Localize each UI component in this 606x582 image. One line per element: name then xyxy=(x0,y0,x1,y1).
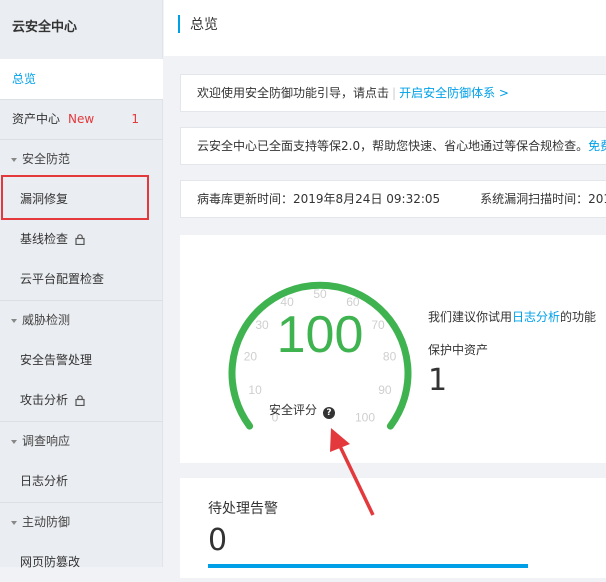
main-content: 总览 欢迎使用安全防御功能引导，请点击 | 开启安全防御体系 > 云安全中心已全面支… xyxy=(164,0,606,578)
header-accent-bar xyxy=(178,15,180,33)
nav-group-threat-label: 威胁检测 xyxy=(22,313,71,327)
gauge-tick-label: 80 xyxy=(383,350,397,364)
suggest-suffix: 的功能 xyxy=(560,310,597,324)
nav-group-prevention-label: 安全防范 xyxy=(22,152,71,166)
guide-notice: 欢迎使用安全防御功能引导，请点击 | 开启安全防御体系 > xyxy=(180,74,606,112)
brand-title: 云安全中心 xyxy=(12,20,78,35)
help-icon[interactable]: ? xyxy=(323,407,336,419)
gauge-tick-label: 50 xyxy=(313,287,327,301)
nav-web-tamper[interactable]: 网页防篡改 xyxy=(0,542,163,582)
pending-alerts-label: 待处理告警 xyxy=(208,501,278,517)
guide-link[interactable]: 开启安全防御体系 > xyxy=(399,86,509,100)
nav-group-prevention[interactable]: 安全防范 xyxy=(0,139,163,179)
nav-group-active-defense-label: 主动防御 xyxy=(22,515,71,529)
score-label: 安全评分 xyxy=(269,403,318,417)
caret-down-icon xyxy=(11,318,17,323)
gauge-tick-label: 30 xyxy=(255,318,269,332)
caret-down-icon xyxy=(11,157,17,162)
nav-baseline-check[interactable]: 基线检查 xyxy=(0,219,163,259)
nav-cloud-config-check[interactable]: 云平台配置检查 xyxy=(0,259,163,299)
update-info-bar: 病毒库更新时间：2019年8月24日 09:32:05 系统漏洞扫描时间：2019… xyxy=(180,180,606,218)
compliance-notice-text: 云安全中心已全面支持等保2.0，帮助您快速、省心地通过等保合规检查。 xyxy=(197,139,589,153)
sidebar: 云安全中心 总览 资产中心 New 1 安全防范 漏洞修复 基线检查 云平台配置检查… xyxy=(0,0,163,569)
nav-group-investigation-label: 调查响应 xyxy=(22,434,71,448)
compliance-link[interactable]: 免费 xyxy=(588,139,606,153)
nav-group-threat[interactable]: 威胁检测 xyxy=(0,300,163,340)
highlight-annotation-box xyxy=(1,175,149,220)
suggestion-text: 我们建议你试用日志分析的功能 xyxy=(428,308,596,325)
new-badge: New xyxy=(68,112,95,126)
page-header: 总览 xyxy=(164,0,606,56)
nav-asset-center[interactable]: 资产中心 New 1 xyxy=(0,99,163,139)
gauge-tick-label: 70 xyxy=(371,318,385,332)
suggest-prefix: 我们建议你试用 xyxy=(428,310,513,324)
security-score-card: 0 10 20 30 40 50 60 70 80 90 100 100 安全评分? 我们建议你试用… xyxy=(180,235,606,463)
nav-log-analysis-label: 日志分析 xyxy=(20,474,69,488)
vuln-scan-time: 系统漏洞扫描时间：2019年 xyxy=(480,192,606,206)
nav-alert-handling[interactable]: 安全告警处理 xyxy=(0,340,163,380)
nav-attack-analysis-label: 攻击分析 xyxy=(20,393,69,407)
nav-overview-label: 总览 xyxy=(12,72,37,86)
virus-update-time: 病毒库更新时间：2019年8月24日 09:32:05 xyxy=(197,192,441,206)
separator: | xyxy=(392,86,397,100)
nav-attack-analysis[interactable]: 攻击分析 xyxy=(0,380,163,420)
gauge-tick-label: 20 xyxy=(244,350,258,364)
score-value: 100 xyxy=(276,306,364,364)
asset-count-badge: 1 xyxy=(131,112,139,126)
lock-icon xyxy=(75,395,85,406)
lock-icon xyxy=(75,234,85,245)
nav-alert-handling-label: 安全告警处理 xyxy=(20,353,93,367)
pending-alerts-value: 0 xyxy=(208,523,228,558)
log-analysis-link[interactable]: 日志分析 xyxy=(512,310,560,324)
score-label-row: 安全评分? xyxy=(269,401,336,419)
page-title: 总览 xyxy=(190,17,218,33)
nav-log-analysis[interactable]: 日志分析 xyxy=(0,461,163,501)
alerts-accent-bar xyxy=(208,564,528,568)
nav-group-active-defense[interactable]: 主动防御 xyxy=(0,502,163,542)
compliance-notice: 云安全中心已全面支持等保2.0，帮助您快速、省心地通过等保合规检查。免费 xyxy=(180,127,606,165)
protected-assets-value: 1 xyxy=(428,363,448,398)
gauge-tick-label: 100 xyxy=(355,411,375,425)
caret-down-icon xyxy=(11,520,17,525)
nav-group-investigation[interactable]: 调查响应 xyxy=(0,421,163,461)
protected-assets-label: 保护中资产 xyxy=(428,343,489,357)
nav-asset-center-label: 资产中心 xyxy=(12,112,61,126)
gauge-tick-label: 90 xyxy=(378,383,392,397)
guide-notice-text: 欢迎使用安全防御功能引导，请点击 xyxy=(197,86,390,100)
nav-cloud-config-check-label: 云平台配置检查 xyxy=(20,272,105,286)
nav-overview[interactable]: 总览 xyxy=(0,59,163,99)
gauge-tick-label: 10 xyxy=(248,383,262,397)
nav-baseline-check-label: 基线检查 xyxy=(20,232,69,246)
caret-down-icon xyxy=(11,439,17,444)
pending-alerts-card: 待处理告警 0 xyxy=(180,478,606,578)
